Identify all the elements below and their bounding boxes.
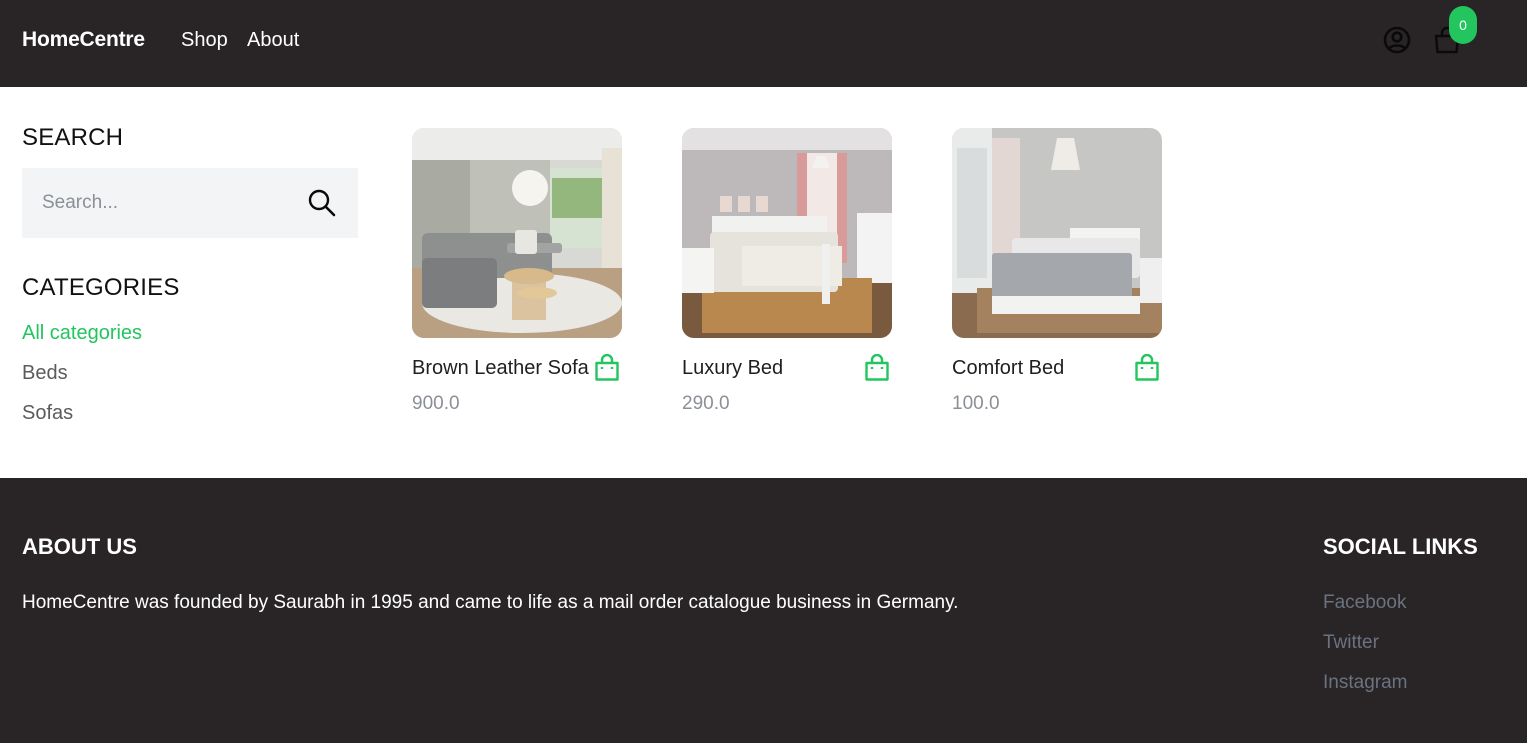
add-to-cart-bag-icon[interactable]: [864, 353, 890, 382]
search-heading: SEARCH: [22, 124, 124, 151]
site-logo[interactable]: HomeCentre: [22, 28, 145, 52]
user-account-icon[interactable]: [1382, 25, 1412, 55]
twitter-link[interactable]: Twitter: [1323, 632, 1379, 654]
category-link-sofas[interactable]: Sofas: [22, 402, 73, 425]
about-us-heading: ABOUT US: [22, 534, 137, 559]
nav-about-link[interactable]: About: [247, 29, 299, 52]
facebook-link[interactable]: Facebook: [1323, 592, 1406, 614]
categories-heading: CATEGORIES: [22, 274, 180, 301]
product-name[interactable]: Comfort Bed: [952, 357, 1064, 380]
product-name[interactable]: Brown Leather Sofa: [412, 357, 589, 380]
social-links-heading: SOCIAL LINKS: [1323, 534, 1478, 559]
site-footer: ABOUT US HomeCentre was founded by Saura…: [0, 478, 1527, 743]
product-card: Brown Leather Sofa 900.0: [412, 128, 622, 428]
product-price: 900.0: [412, 393, 460, 414]
category-link-beds[interactable]: Beds: [22, 362, 68, 385]
product-image[interactable]: [952, 128, 1162, 338]
category-link-all[interactable]: All categories: [22, 322, 142, 345]
add-to-cart-bag-icon[interactable]: [1134, 353, 1160, 382]
product-card: Comfort Bed 100.0: [952, 128, 1162, 428]
product-price: 100.0: [952, 393, 1000, 414]
nav-shop-link[interactable]: Shop: [181, 29, 228, 52]
search-input[interactable]: [22, 168, 302, 238]
product-image[interactable]: [412, 128, 622, 338]
add-to-cart-bag-icon[interactable]: [594, 353, 620, 382]
product-card: Luxury Bed 290.0: [682, 128, 892, 428]
search-icon[interactable]: [306, 187, 338, 219]
cart-count-badge: 0: [1449, 6, 1477, 44]
product-price: 290.0: [682, 393, 730, 414]
product-image[interactable]: [682, 128, 892, 338]
product-name[interactable]: Luxury Bed: [682, 357, 783, 380]
top-navbar: HomeCentre Shop About 0: [0, 0, 1527, 87]
instagram-link[interactable]: Instagram: [1323, 672, 1407, 694]
about-us-text: HomeCentre was founded by Saurabh in 199…: [22, 592, 959, 613]
